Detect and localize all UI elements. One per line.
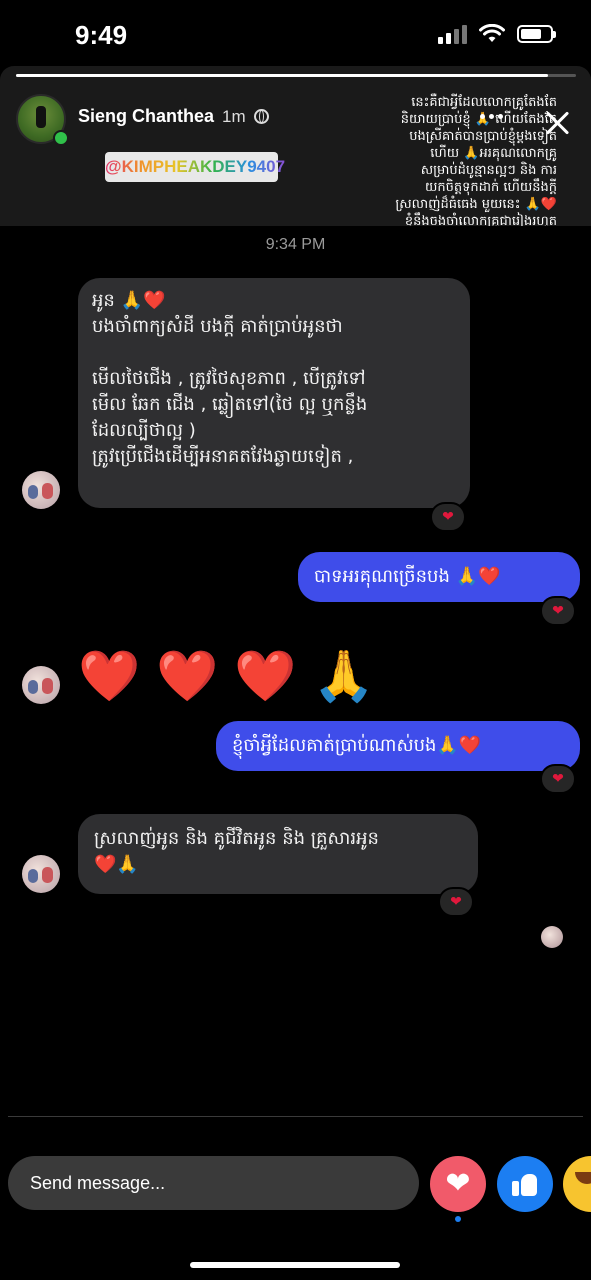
heart-reaction[interactable]: ❤ — [540, 596, 576, 626]
caption-line: សម្រាប់ដំបូន្មានល្អៗ និង ការ — [420, 163, 557, 178]
caption-line: យកចិត្តទុកដាក់ ហើយនឹងក្តី — [424, 180, 557, 195]
message-line: ស្រលាញ់អូន និង គូជីវិតអូន និង គ្រួសារអូន — [94, 828, 379, 849]
message-line — [92, 340, 456, 366]
story-author-row: Sieng Chanthea 1m — [78, 106, 269, 127]
story-posted-ago: 1m — [222, 106, 246, 126]
message-line: បងចាំពាក្យសំដី បងក្តី គាត់ប្រាប់អូនថា — [92, 316, 343, 337]
selected-reaction-indicator — [455, 1216, 461, 1222]
message-line: ខ្ញុំចាំអ្វីដែលគាត់ប្រាប់ណាស់បង🙏❤️ — [232, 735, 482, 756]
heart-reaction[interactable]: ❤ — [540, 764, 576, 794]
caption-line: បងស្រីគាត់បានប្រាប់ខ្ញុំម្តងទៀត — [409, 129, 557, 144]
story-author-name[interactable]: Sieng Chanthea — [78, 106, 214, 127]
caption-line: ស្រលាញ់ដ៏ធំធេង មួយនេះ 🙏❤️ — [395, 197, 557, 212]
quick-haha-button[interactable] — [563, 1156, 591, 1212]
message-line: ដែលល្បីថាល្អ ) — [92, 420, 196, 441]
close-icon[interactable] — [540, 106, 574, 140]
globe-icon — [253, 109, 269, 124]
incoming-message-bubble[interactable]: ស្រលាញ់អូន និង គូជីវិតអូន និង គ្រួសារអូន… — [78, 814, 478, 894]
mention-text: @KIMPHEAKDEY9407 — [105, 157, 286, 176]
message-line: មើល ឆែក ជើង , ឆ្លៀតទៅ(ថៃ ល្អ ឬកន្លឹង — [92, 394, 368, 415]
incoming-message-bubble[interactable]: អូន 🙏❤️ បងចាំពាក្យសំដី បងក្តី គាត់ប្រាប់… — [78, 278, 470, 508]
cellular-signal-icon — [438, 24, 467, 44]
message-line: ត្រូវប្រើជើងដើម្បីអនាគតវែងឆ្ងាយទៀត , — [92, 446, 354, 467]
home-indicator[interactable] — [190, 1262, 400, 1268]
message-line: អូន 🙏❤️ — [92, 290, 166, 311]
sender-avatar[interactable] — [22, 855, 60, 893]
story-progress-bar — [16, 74, 576, 77]
caption-line: ហើយ 🙏អរគុណលោកគ្រូ — [430, 146, 557, 161]
heart-icon: ❤ — [552, 771, 564, 787]
heart-icon: ❤ — [442, 509, 454, 525]
thumbs-up-icon — [512, 1171, 538, 1197]
heart-reaction[interactable]: ❤ — [430, 502, 466, 532]
sender-avatar[interactable] — [22, 666, 60, 704]
online-status-indicator — [53, 130, 69, 146]
caption-line: និយាយប្រាប់ខ្ញុំ 🙏 ហើយតែងតែ — [400, 112, 557, 127]
status-time: 9:49 — [75, 20, 128, 50]
message-timestamp: 9:34 PM — [265, 236, 326, 253]
wifi-icon — [479, 24, 505, 42]
send-message-input[interactable]: Send message... — [8, 1156, 419, 1210]
caption-line: នេះគឺជាអ្វីដែលលោកគ្រូតែងតែ — [411, 95, 557, 110]
message-line: បាទអរគុណច្រើនបង 🙏❤️ — [314, 566, 501, 587]
heart-icon: ❤ — [450, 894, 462, 910]
message-line: ❤️🙏 — [94, 854, 139, 875]
outgoing-message-bubble[interactable]: ខ្ញុំចាំអ្វីដែលគាត់ប្រាប់ណាស់បង🙏❤️ — [216, 721, 580, 771]
laughing-face-icon — [575, 1172, 591, 1184]
sender-avatar[interactable] — [22, 471, 60, 509]
emoji-message[interactable]: ❤️ ❤️ ❤️ 🙏 — [78, 648, 375, 704]
story-header: Sieng Chanthea 1m @KIMPHEAKDEY9407 នេះគឺ… — [0, 66, 591, 246]
message-line: មើលថៃជើង , ត្រូវថៃសុខភាព , បើត្រូវទៅ — [92, 368, 366, 389]
heart-reaction[interactable]: ❤ — [438, 887, 474, 917]
heart-icon: ❤ — [552, 603, 564, 619]
outgoing-message-bubble[interactable]: បាទអរគុណច្រើនបង 🙏❤️ — [298, 552, 580, 602]
quick-like-button[interactable] — [497, 1156, 553, 1212]
seen-receipt-avatar — [541, 926, 563, 948]
battery-icon — [517, 25, 556, 43]
heart-icon: ❤ — [445, 1166, 471, 1201]
status-icons — [438, 24, 556, 44]
quick-heart-button[interactable]: ❤ — [430, 1156, 486, 1212]
story-caption: នេះគឺជាអ្វីដែលលោកគ្រូតែងតែ និយាយប្រាប់ខ្… — [345, 94, 557, 247]
more-options-icon[interactable] — [480, 114, 503, 119]
composer-divider — [8, 1116, 583, 1117]
mention-sticker[interactable]: @KIMPHEAKDEY9407 — [105, 152, 285, 182]
